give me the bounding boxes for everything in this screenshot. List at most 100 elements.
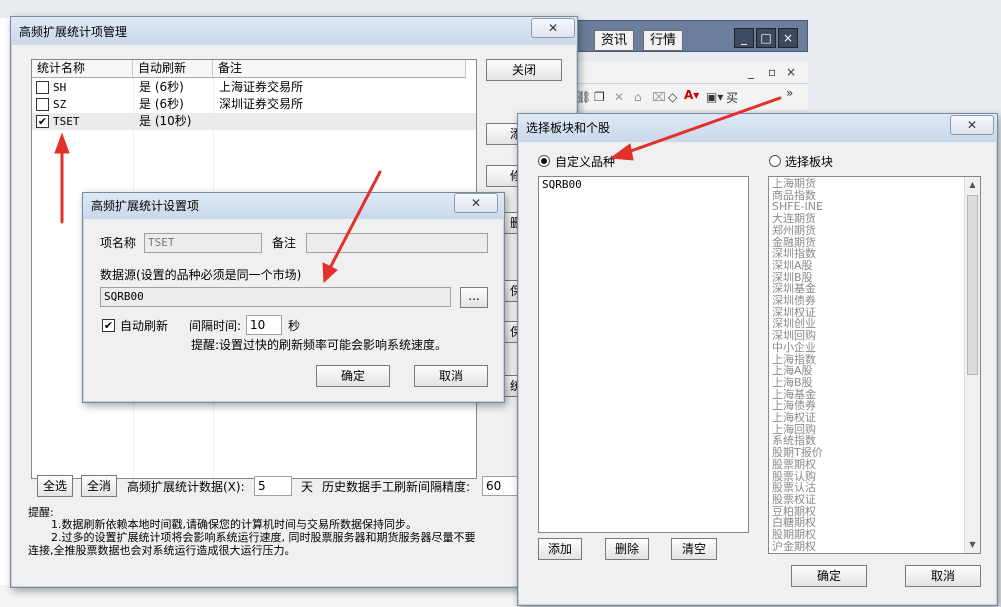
mini-restore-icon[interactable]: ▫	[768, 65, 776, 79]
note-input[interactable]	[306, 233, 488, 253]
block-list[interactable]: 上海期货 商品指数 SHFE-INE 大连期货 郑州期货 金融期货 深圳指数 深圳A股 深圳B股…	[768, 176, 981, 554]
source-input[interactable]: SQRB00	[100, 287, 451, 307]
picker-dialog-title: 选择板块和个股	[518, 114, 997, 142]
scroll-thumb[interactable]	[967, 195, 978, 375]
font-color-icon[interactable]: A▾	[684, 88, 699, 102]
mini-close-icon[interactable]: ×	[786, 65, 796, 79]
bottom-strip	[0, 585, 520, 607]
stat-settings-dialog: 高频扩展统计设置项 ✕ 项名称 TSET 备注 数据源(设置的品种必须是同一个市…	[82, 192, 505, 403]
table-row[interactable]: SH 是 (6秒) 上海证券交易所	[32, 79, 476, 96]
history-label: 历史数据手工刷新间隔精度:	[322, 480, 471, 494]
settings-hint: 提醒:设置过快的刷新频率可能会影响系统速度。	[191, 338, 448, 352]
item-name-input[interactable]: TSET	[144, 233, 262, 253]
save-icon[interactable]: ▣▾	[706, 90, 723, 104]
select-none-button[interactable]: 全消	[81, 475, 117, 497]
history-interval-input[interactable]: 60	[482, 476, 522, 496]
note-line: 2.过多的设置扩展统计项将会影响系统运行速度, 同时股票服务器和期货服务器尽量不…	[51, 531, 476, 544]
drawing-toolbar: ⛓ ❐ ✕ ⌂ ⌧ ◇ A▾ ▣▾ 买 »	[570, 84, 808, 110]
settings-close-icon[interactable]: ✕	[454, 193, 498, 213]
custom-list[interactable]: SQRB00	[538, 176, 749, 533]
select-all-button[interactable]: 全选	[37, 475, 73, 497]
settings-cancel-button[interactable]: 取消	[414, 365, 488, 387]
row-auto: 是 (6秒)	[139, 97, 184, 111]
close-button[interactable]: 关闭	[486, 59, 562, 81]
block-item[interactable]: 上海权证	[769, 412, 964, 424]
auto-refresh-checkbox[interactable]: ✔	[102, 319, 115, 332]
add-item-button[interactable]: 添加	[538, 538, 582, 560]
row-auto: 是 (6秒)	[139, 80, 184, 94]
col-name-header[interactable]: 统计名称	[32, 60, 133, 78]
notes-title: 提醒:	[28, 506, 54, 519]
table-row[interactable]: SZ 是 (6秒) 深圳证券交易所	[32, 96, 476, 113]
stats-manager-close-icon[interactable]: ✕	[531, 18, 575, 38]
link-icon[interactable]: ⛓	[576, 90, 591, 104]
row-name: SZ	[53, 98, 67, 111]
table-row[interactable]: ✔ TSET 是 (10秒)	[32, 113, 476, 130]
days-label: 高频扩展统计数据(X):	[127, 480, 245, 494]
block-label[interactable]: 选择板块	[785, 154, 833, 170]
lock-icon[interactable]: ⌂	[634, 90, 642, 104]
row-name: SH	[53, 81, 67, 94]
block-item[interactable]: 股票权证	[769, 494, 964, 506]
trash-icon[interactable]: ⌧	[652, 90, 666, 104]
block-picker-dialog: 选择板块和个股 ✕ 自定义品种 选择板块 SQRB00 上海期货 商品指数 SHFE…	[517, 113, 998, 606]
note-line: 1.数据刷新依赖本地时间戳,请确保您的计算机时间与交易所数据保持同步。	[51, 518, 417, 531]
col-note-header[interactable]: 备注	[213, 60, 466, 78]
cross-icon[interactable]: ✕	[614, 90, 624, 104]
settings-ok-button[interactable]: 确定	[316, 365, 390, 387]
note-line: 连接,全推股票数据也会对系统运行造成很大运行压力。	[28, 544, 296, 557]
days-unit: 天	[301, 480, 314, 494]
row-note: 上海证券交易所	[219, 80, 304, 94]
picker-cancel-button[interactable]: 取消	[905, 565, 981, 587]
block-item[interactable]: 深圳A股	[769, 260, 964, 272]
auto-refresh-label: 自动刷新	[120, 319, 169, 333]
note-label: 备注	[272, 236, 297, 250]
quotes-button[interactable]: 行情	[643, 30, 684, 51]
row-checkbox[interactable]	[36, 81, 49, 94]
scroll-down-icon[interactable]: ▼	[965, 537, 980, 553]
block-list-scrollbar[interactable]: ▲ ▼	[964, 177, 980, 553]
row-checkbox[interactable]: ✔	[36, 115, 49, 128]
interval-unit: 秒	[288, 319, 301, 333]
block-item[interactable]: 上海期货	[769, 178, 964, 190]
row-checkbox[interactable]	[36, 98, 49, 111]
block-item[interactable]: 股票期权	[769, 459, 964, 471]
more-icon[interactable]: »	[786, 86, 793, 100]
picker-close-icon[interactable]: ✕	[950, 115, 994, 135]
buy-label[interactable]: 买	[726, 89, 738, 106]
custom-label[interactable]: 自定义品种	[555, 154, 615, 170]
scroll-up-icon[interactable]: ▲	[965, 177, 980, 193]
block-item[interactable]: 上海B股	[769, 377, 964, 389]
shape-icon[interactable]: ◇	[668, 90, 677, 104]
item-name-label: 项名称	[100, 236, 137, 250]
picker-ok-button[interactable]: 确定	[791, 565, 867, 587]
copy-icon[interactable]: ❐	[594, 90, 605, 104]
delete-item-button[interactable]: 删除	[605, 538, 649, 560]
row-name: TSET	[53, 115, 80, 128]
row-auto: 是 (10秒)	[139, 114, 192, 128]
col-auto-header[interactable]: 自动刷新	[133, 60, 213, 78]
minimize-icon[interactable]: _	[734, 28, 754, 48]
block-item[interactable]: 郑州期货	[769, 225, 964, 237]
row-note: 深圳证券交易所	[219, 97, 304, 111]
mini-minimize-icon[interactable]: _	[748, 65, 754, 79]
days-input[interactable]: 5	[254, 476, 292, 496]
block-radio[interactable]	[769, 155, 781, 167]
block-list-items: 上海期货 商品指数 SHFE-INE 大连期货 郑州期货 金融期货 深圳指数 深圳A股 深圳B股…	[769, 178, 964, 553]
list-item[interactable]: SQRB00	[539, 177, 748, 191]
maximize-icon[interactable]: □	[756, 28, 776, 48]
settings-dialog-title: 高频扩展统计设置项	[83, 193, 504, 219]
custom-radio[interactable]	[538, 155, 550, 167]
secondary-toolbar: _ ▫ ×	[570, 62, 808, 84]
source-label: 数据源(设置的品种必须是同一个市场)	[100, 268, 302, 282]
block-item[interactable]: 中小企业	[769, 342, 964, 354]
block-item[interactable]: 沪金期权	[769, 541, 964, 553]
clear-items-button[interactable]: 清空	[671, 538, 717, 560]
interval-input[interactable]: 10	[246, 315, 282, 335]
interval-label: 间隔时间:	[189, 319, 242, 333]
browse-button[interactable]: ...	[460, 287, 488, 308]
block-item[interactable]: 深圳债券	[769, 295, 964, 307]
close-icon[interactable]: ×	[778, 28, 798, 48]
news-button[interactable]: 资讯	[594, 30, 635, 51]
stats-manager-title: 高频扩展统计项管理	[11, 17, 577, 45]
